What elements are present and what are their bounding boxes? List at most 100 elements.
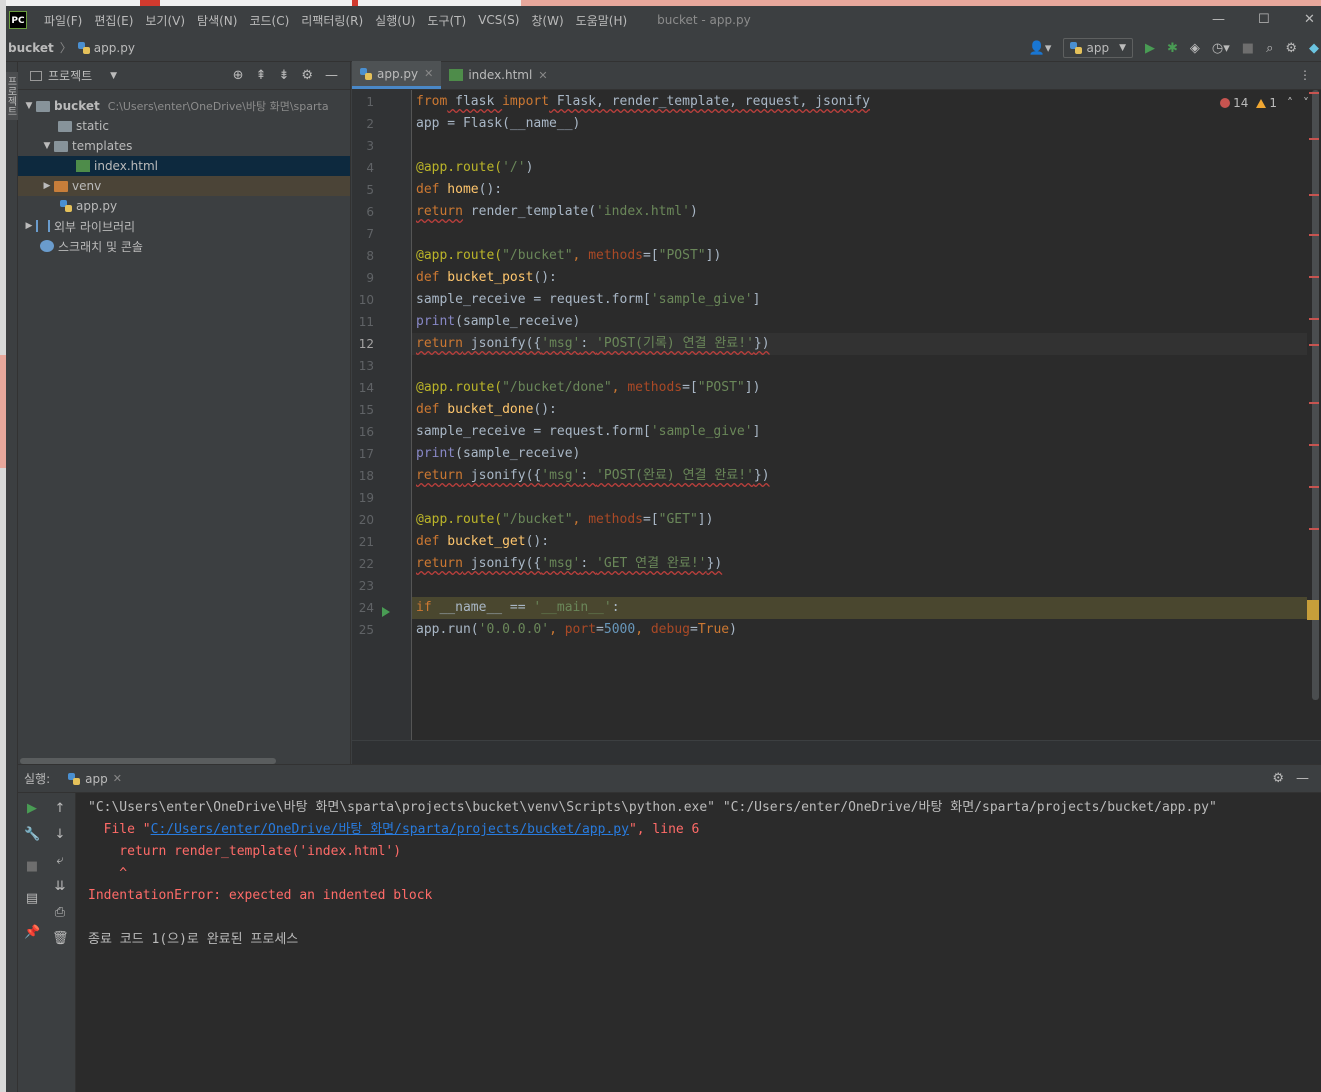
run-panel-label: 실행: (24, 772, 51, 786)
chevron-down-icon[interactable]: ▼ (40, 141, 54, 151)
profile-icon[interactable]: ◷▾ (1212, 41, 1230, 56)
close-icon[interactable]: ✕ (538, 69, 547, 82)
code-editor[interactable]: from flask import Flask, render_template… (412, 90, 1307, 740)
print-icon[interactable]: ⎙ (52, 905, 68, 921)
code-line-17: print(sample_receive) (416, 446, 581, 461)
console-file-link[interactable]: C:/Users/enter/OneDrive/바탕 화면/sparta/pro… (151, 822, 629, 837)
menu-tools[interactable]: 도구(T) (427, 12, 466, 29)
project-tool-button[interactable]: 프로젝트 (6, 72, 18, 120)
error-mark[interactable] (1309, 486, 1319, 488)
menu-code[interactable]: 코드(C) (249, 12, 289, 29)
console-output[interactable]: "C:\Users\enter\OneDrive\바탕 화면\sparta\pr… (88, 793, 1318, 1092)
debug-icon[interactable]: ✱ (1167, 41, 1178, 56)
menu-view[interactable]: 보기(V) (145, 12, 185, 29)
arrow-up-icon[interactable]: ↑ (52, 801, 68, 817)
tab-index-html[interactable]: index.html ✕ (441, 61, 555, 89)
tree-item-scratches[interactable]: 스크래치 및 콘솔 (18, 236, 350, 256)
menu-file[interactable]: 파일(F) (44, 12, 82, 29)
previous-highlight-icon[interactable]: ˄ (1287, 96, 1293, 110)
trash-icon[interactable]: 🗑 (52, 931, 69, 947)
scroll-to-end-icon[interactable]: ⇊ (52, 879, 68, 895)
menu-help[interactable]: 도움말(H) (576, 12, 628, 29)
line-number: 21 (358, 535, 374, 549)
inspection-widget[interactable]: 14 1 ˄ ˅ (1220, 96, 1309, 110)
menu-navigate[interactable]: 탐색(N) (197, 12, 237, 29)
error-mark[interactable] (1309, 138, 1319, 140)
close-icon[interactable]: ✕ (113, 772, 122, 785)
error-mark[interactable] (1309, 276, 1319, 278)
breadcrumb-project[interactable]: bucket (8, 41, 54, 55)
arrow-down-icon[interactable]: ↓ (52, 827, 68, 843)
error-mark[interactable] (1309, 234, 1319, 236)
run-config-selector[interactable]: app ▼ (1063, 38, 1133, 58)
warning-mark[interactable] (1307, 600, 1319, 620)
more-icon[interactable]: ⋮ (1299, 68, 1311, 82)
error-mark[interactable] (1309, 528, 1319, 530)
tree-item-index-html[interactable]: index.html (18, 156, 350, 176)
error-mark[interactable] (1309, 402, 1319, 404)
chevron-down-icon[interactable]: ▼ (22, 101, 36, 111)
error-mark[interactable] (1309, 444, 1319, 446)
search-icon[interactable]: ⌕ (1266, 41, 1273, 56)
chevron-right-icon[interactable]: ▶ (22, 221, 36, 231)
error-mark[interactable] (1309, 344, 1319, 346)
line-number: 18 (358, 469, 374, 483)
gear-icon[interactable]: ⚙ (301, 68, 313, 83)
stop-icon[interactable]: ■ (24, 859, 40, 875)
soft-wrap-icon[interactable]: ⤶ (52, 853, 68, 869)
breadcrumb-file[interactable]: app.py (94, 41, 135, 55)
tab-app-py[interactable]: app.py ✕ (352, 61, 442, 89)
run-tab-app[interactable]: app ✕ (68, 772, 122, 786)
line-number-gutter[interactable]: 1 2 3 4 5 6 7 8 9 10 11 12 13 14 15 16 1… (352, 90, 412, 740)
tree-item-external-libraries[interactable]: ▶ 외부 라이브러리 (18, 216, 350, 236)
line-number: 19 (358, 491, 374, 505)
run-gutter-icon[interactable] (382, 607, 390, 617)
run-icon[interactable]: ▶ (1145, 41, 1155, 56)
error-mark[interactable] (1309, 194, 1319, 196)
tree-item-static[interactable]: static (18, 116, 350, 136)
menu-refactor[interactable]: 리팩터링(R) (301, 12, 363, 29)
close-window-icon[interactable]: ✕ (1304, 12, 1315, 27)
minimize-icon[interactable]: — (1212, 12, 1225, 27)
layout-icon[interactable]: ▤ (24, 891, 40, 907)
expand-all-icon[interactable]: ⇞ (256, 68, 267, 83)
console-line-caret: ^ (88, 866, 128, 881)
hide-icon[interactable]: — (1296, 771, 1309, 786)
rerun-icon[interactable]: ▶ (24, 801, 40, 817)
collapse-all-icon[interactable]: ⇟ (278, 68, 289, 83)
jetbrains-icon[interactable]: ◆ (1309, 41, 1319, 56)
tree-item-venv[interactable]: ▶ venv (18, 176, 350, 196)
code-line-21: def bucket_get(): (416, 534, 550, 549)
hide-icon[interactable]: — (325, 68, 338, 83)
chevron-right-icon[interactable]: ▶ (40, 181, 54, 191)
tree-item-app-py[interactable]: app.py (18, 196, 350, 216)
project-panel-title[interactable]: 프로젝트 (48, 67, 92, 84)
tree-item-templates[interactable]: ▼ templates (18, 136, 350, 156)
code-line-25: app.run('0.0.0.0', port=5000, debug=True… (416, 622, 737, 637)
pin-icon[interactable]: 📌 (24, 925, 40, 941)
locate-icon[interactable]: ⊕ (233, 68, 244, 83)
line-number: 23 (358, 579, 374, 593)
tree-item-root[interactable]: ▼ bucket C:\Users\enter\OneDrive\바탕 화면\s… (18, 96, 350, 116)
menu-run[interactable]: 실행(U) (375, 12, 415, 29)
menu-window[interactable]: 창(W) (531, 12, 563, 29)
code-line-22: return jsonify({'msg': 'GET 연결 완료!'}) (416, 556, 723, 571)
error-stripe[interactable] (1307, 90, 1321, 740)
menu-vcs[interactable]: VCS(S) (478, 13, 519, 27)
close-icon[interactable]: ✕ (424, 67, 433, 80)
error-mark[interactable] (1309, 92, 1319, 94)
stop-icon[interactable]: ■ (1242, 41, 1254, 56)
error-mark[interactable] (1309, 318, 1319, 320)
wrench-icon[interactable]: 🔧 (24, 827, 40, 843)
python-file-icon (60, 200, 72, 212)
chevron-down-icon[interactable]: ▼ (110, 71, 117, 81)
gear-icon[interactable]: ⚙ (1285, 41, 1297, 56)
gear-icon[interactable]: ⚙ (1272, 771, 1284, 786)
coverage-icon[interactable]: ◈ (1190, 41, 1200, 56)
project-view-icon (30, 70, 42, 81)
line-number: 25 (358, 623, 374, 637)
user-icon[interactable]: 👤▾ (1029, 41, 1052, 56)
menu-edit[interactable]: 편집(E) (94, 12, 133, 29)
maximize-icon[interactable]: ☐ (1258, 12, 1270, 27)
tree-item-label: templates (72, 139, 133, 153)
